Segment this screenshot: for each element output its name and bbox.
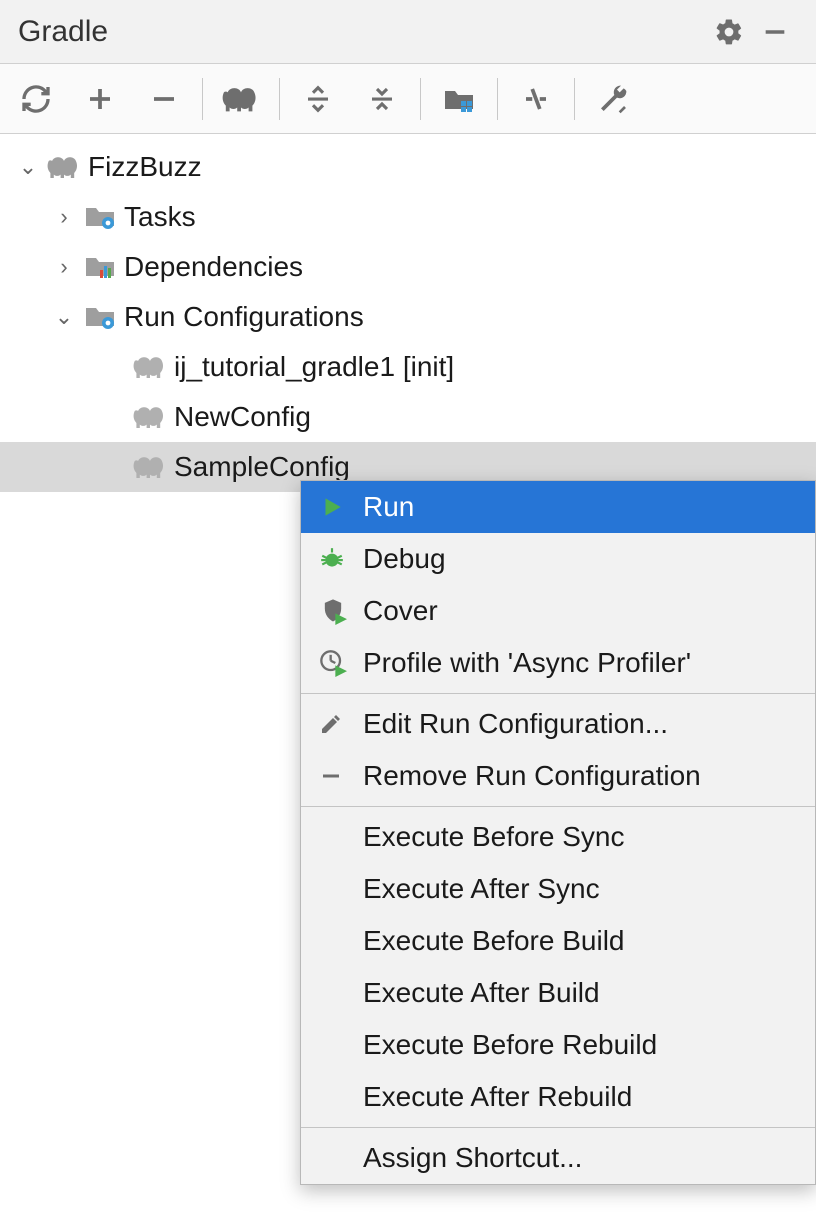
pencil-icon [319,706,363,742]
elephant-icon [44,147,84,187]
toolbar-separator [497,78,498,120]
menu-item-edit-config[interactable]: Edit Run Configuration... [301,698,815,750]
remove-button[interactable] [132,69,196,129]
collapse-all-icon [367,84,397,114]
expand-all-icon [303,84,333,114]
toolbar-separator [574,78,575,120]
clock-run-icon [319,645,363,681]
menu-item-label: Execute After Build [363,977,600,1009]
wrench-icon [597,83,629,115]
menu-item-label: Remove Run Configuration [363,760,701,792]
menu-item-exec-before-sync[interactable]: Execute Before Sync [301,811,815,863]
chevron-down-icon: ⌄ [48,304,80,330]
menu-item-label: Run [363,491,414,523]
menu-item-exec-after-sync[interactable]: Execute After Sync [301,863,815,915]
menu-item-label: Execute After Sync [363,873,600,905]
menu-item-exec-before-rebuild[interactable]: Execute Before Rebuild [301,1019,815,1071]
menu-item-exec-after-build[interactable]: Execute After Build [301,967,815,1019]
menu-item-exec-before-build[interactable]: Execute Before Build [301,915,815,967]
menu-item-label: Execute After Rebuild [363,1081,632,1113]
settings-button[interactable] [706,9,752,55]
build-settings-button[interactable] [581,69,645,129]
toolbar-separator [202,78,203,120]
menu-item-exec-after-rebuild[interactable]: Execute After Rebuild [301,1071,815,1123]
run-config-item[interactable]: NewConfig [0,392,816,442]
menu-separator [301,806,815,807]
gradle-tree: ⌄ FizzBuzz › Tasks › Dependencies ⌄ Run … [0,134,816,492]
tree-root-label: FizzBuzz [88,151,202,183]
menu-item-remove-config[interactable]: Remove Run Configuration [301,750,815,802]
menu-item-profile[interactable]: Profile with 'Async Profiler' [301,637,815,689]
offline-icon [520,84,552,114]
elephant-icon [222,84,260,114]
run-config-label: SampleConfig [174,451,350,483]
elephant-icon [130,447,170,487]
chevron-right-icon: › [48,204,80,230]
menu-item-assign-shortcut[interactable]: Assign Shortcut... [301,1132,815,1184]
menu-item-label: Execute Before Rebuild [363,1029,657,1061]
menu-item-label: Execute Before Build [363,925,625,957]
minimize-button[interactable] [752,9,798,55]
folder-chart-icon [80,247,120,287]
folder-gear-icon [80,197,120,237]
menu-item-debug[interactable]: Debug [301,533,815,585]
tree-item-tasks[interactable]: › Tasks [0,192,816,242]
menu-item-run[interactable]: Run [301,481,815,533]
tree-item-label: Dependencies [124,251,303,283]
minus-icon [319,758,363,794]
refresh-icon [20,83,52,115]
chevron-right-icon: › [48,254,80,280]
offline-mode-button[interactable] [504,69,568,129]
menu-item-label: Assign Shortcut... [363,1142,582,1174]
tree-item-label: Run Configurations [124,301,364,333]
chevron-down-icon: ⌄ [12,154,44,180]
toolbar-separator [420,78,421,120]
panel-title: Gradle [18,15,706,49]
project-structure-button[interactable] [427,69,491,129]
execute-task-button[interactable] [209,69,273,129]
toolbar [0,64,816,134]
shield-run-icon [319,593,363,629]
refresh-button[interactable] [4,69,68,129]
menu-item-label: Cover [363,595,438,627]
tree-item-label: Tasks [124,201,196,233]
run-config-label: ij_tutorial_gradle1 [init] [174,351,454,383]
tree-item-run-configurations[interactable]: ⌄ Run Configurations [0,292,816,342]
elephant-icon [130,397,170,437]
tree-item-dependencies[interactable]: › Dependencies [0,242,816,292]
run-icon [319,489,363,525]
project-icon [443,85,475,113]
menu-item-label: Edit Run Configuration... [363,708,668,740]
menu-item-label: Execute Before Sync [363,821,624,853]
elephant-icon [130,347,170,387]
menu-item-cover[interactable]: Cover [301,585,815,637]
add-button[interactable] [68,69,132,129]
panel-titlebar: Gradle [0,0,816,64]
gear-icon [714,17,744,47]
plus-icon [85,84,115,114]
menu-item-label: Debug [363,543,446,575]
run-config-item[interactable]: ij_tutorial_gradle1 [init] [0,342,816,392]
tree-root[interactable]: ⌄ FizzBuzz [0,142,816,192]
run-config-label: NewConfig [174,401,311,433]
menu-item-label: Profile with 'Async Profiler' [363,647,691,679]
expand-all-button[interactable] [286,69,350,129]
bug-icon [319,541,363,577]
menu-separator [301,693,815,694]
context-menu: Run Debug Cover Profile with 'Async Prof… [300,480,816,1185]
folder-gear-icon [80,297,120,337]
menu-separator [301,1127,815,1128]
toolbar-separator [279,78,280,120]
minimize-icon [761,18,789,46]
minus-icon [149,84,179,114]
collapse-all-button[interactable] [350,69,414,129]
